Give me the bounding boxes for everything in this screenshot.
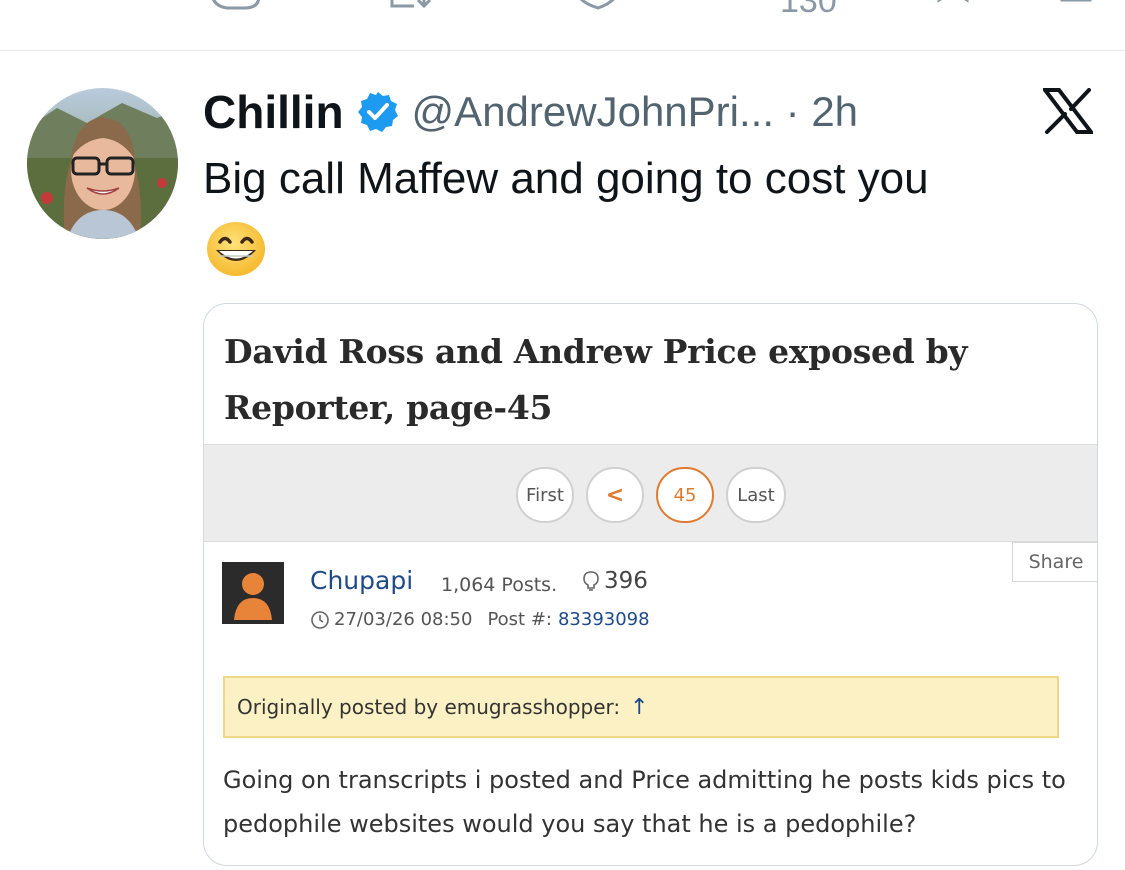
tweet-action-bar: 130 (0, 0, 1125, 18)
like-icon[interactable] (570, 0, 630, 16)
bookmark-icon[interactable] (935, 0, 975, 16)
quote-attribution: Originally posted by emugrasshopper: (237, 695, 621, 719)
post-username[interactable]: Chupapi (310, 566, 413, 595)
x-logo-icon[interactable] (1043, 88, 1093, 134)
lightbulb-icon (583, 571, 599, 591)
tweet-text: Big call Maffew and going to cost you (203, 154, 929, 203)
user-avatar-icon[interactable] (222, 562, 284, 624)
post-number-label: Post #: (487, 609, 552, 630)
verified-icon (357, 92, 398, 132)
likes-value: 396 (604, 568, 648, 594)
embedded-screenshot-card[interactable]: David Ross and Andrew Price exposed by R… (203, 303, 1098, 866)
pager-current-page[interactable]: 45 (656, 467, 714, 523)
post-datetime: 27/03/26 08:50 (334, 609, 473, 630)
post-number-link[interactable]: 83393098 (558, 609, 650, 630)
pager-last-button[interactable]: Last (726, 467, 786, 523)
views-icon[interactable] (752, 0, 778, 16)
display-name[interactable]: Chillin (203, 85, 344, 139)
tweet-header: Chillin @AndrewJohnPri... · 2h (203, 84, 858, 140)
divider (0, 50, 1125, 51)
post-count: 1,064 Posts. (441, 574, 558, 596)
retweet-icon[interactable] (388, 0, 448, 16)
share-button[interactable]: Share (1012, 542, 1097, 582)
pagination-bar: First < 45 Last (204, 444, 1097, 542)
handle-and-time[interactable]: @AndrewJohnPri... · 2h (412, 88, 859, 136)
reply-icon[interactable] (205, 0, 265, 16)
forum-thread-title: David Ross and Andrew Price exposed by R… (224, 332, 968, 427)
pager-first-button[interactable]: First (516, 467, 574, 523)
clock-icon (311, 610, 329, 629)
post-meta: 27/03/26 08:50 Post #: 83393098 (310, 609, 650, 630)
quote-jump-arrow[interactable]: ↑ (630, 695, 648, 720)
views-count: 130 (780, 0, 837, 18)
likes-count: 396 (582, 568, 648, 594)
share-icon[interactable] (1058, 0, 1098, 16)
avatar[interactable] (27, 88, 178, 239)
quote-header: Originally posted by emugrasshopper: ↑ (223, 676, 1059, 738)
post-body: Going on transcripts i posted and Price … (223, 766, 1066, 838)
grinning-emoji (207, 222, 265, 276)
pager-prev-button[interactable]: < (586, 467, 644, 523)
